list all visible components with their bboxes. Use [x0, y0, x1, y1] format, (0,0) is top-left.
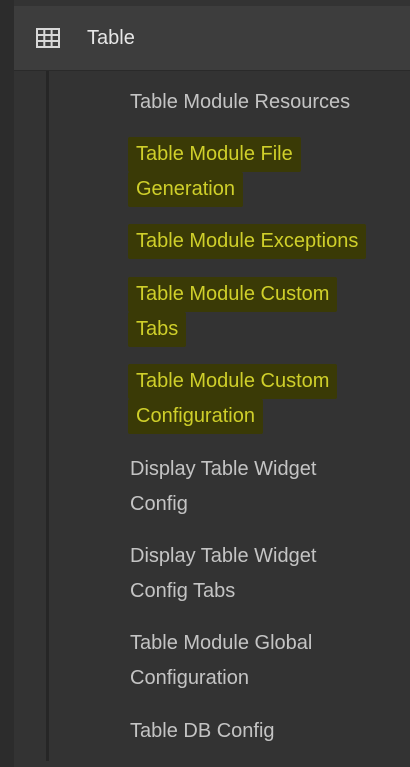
menu-item-label: Config Tabs — [130, 580, 236, 602]
menu-item-label: Tabs — [128, 312, 187, 347]
menu-item-table-module-exceptions[interactable]: Table Module Exceptions — [128, 224, 410, 259]
menu-item-table-module-file-generation[interactable]: Table Module File Generation — [128, 137, 410, 207]
menu-item-label: Table Module Resources — [130, 91, 351, 113]
navigation-panel: Table Table Module Resources Table Modul… — [0, 0, 410, 767]
menu-item-label: Generation — [128, 172, 243, 207]
table-grid-icon — [34, 27, 62, 49]
section-title: Table — [87, 26, 135, 49]
menu-item-label: Configuration — [128, 399, 263, 434]
menu-item-label: Display Table Widget — [130, 545, 317, 567]
menu-item-label: Table Module Global — [130, 632, 313, 654]
menu-item-label: Configuration — [130, 667, 249, 689]
menu-item-display-table-widget-config[interactable]: Display Table Widget Config — [130, 452, 410, 522]
menu-item-label: Config — [130, 493, 188, 515]
menu-item-table-module-custom-configuration[interactable]: Table Module Custom Configuration — [128, 364, 410, 434]
panel-edge — [0, 0, 14, 767]
menu-item-label: Table Module File — [128, 137, 301, 172]
table-submenu: Table Module Resources Table Module File… — [14, 71, 410, 767]
menu-item-label: Table Module Custom — [128, 277, 338, 312]
menu-item-display-table-widget-config-tabs[interactable]: Display Table Widget Config Tabs — [130, 539, 410, 609]
menu-item-table-module-custom-tabs[interactable]: Table Module Custom Tabs — [128, 277, 410, 347]
menu-item-label: Table Module Custom — [128, 364, 338, 399]
menu-item-table-db-config[interactable]: Table DB Config — [130, 714, 410, 749]
section-header-table[interactable]: Table — [14, 6, 410, 71]
menu-item-label: Table Module Exceptions — [128, 224, 367, 259]
menu-item-table-module-resources[interactable]: Table Module Resources — [130, 85, 410, 120]
menu-item-label: Table DB Config — [130, 720, 275, 742]
menu-item-label: Display Table Widget — [130, 458, 317, 480]
menu-item-table-module-global-configuration[interactable]: Table Module Global Configuration — [130, 626, 410, 696]
tree-guide-line — [46, 71, 49, 761]
